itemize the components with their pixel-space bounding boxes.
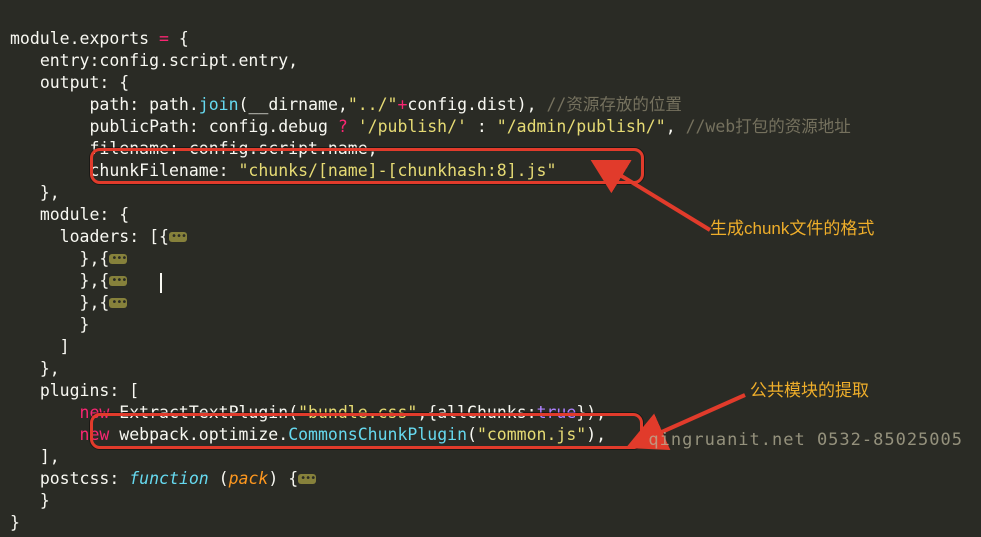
code-line: },{	[10, 271, 127, 290]
code-line: plugins: [	[10, 381, 139, 400]
code-line: },{	[10, 249, 127, 268]
code-line: new ExtractTextPlugin("bundle.css",{allC…	[10, 403, 606, 422]
fold-icon[interactable]	[109, 276, 127, 286]
watermark-text: qingruanit.net 0532-85025005	[648, 429, 963, 451]
code-line: },{	[10, 293, 127, 312]
code-line: ],	[10, 447, 60, 466]
fold-icon[interactable]	[169, 232, 187, 242]
code-line: loaders: [{	[10, 227, 187, 246]
code-line: output: {	[10, 73, 129, 92]
code-line: ]	[10, 337, 70, 356]
code-line: module: {	[10, 205, 129, 224]
code-line: },	[10, 359, 60, 378]
fold-icon[interactable]	[298, 474, 316, 484]
code-line: module.exports = {	[10, 29, 189, 48]
code-line: path: path.join(__dirname,"../"+config.d…	[10, 95, 682, 114]
annotation-label-2: 公共模块的提取	[750, 380, 869, 402]
annotation-label-1: 生成chunk文件的格式	[710, 218, 874, 240]
code-line: filename: config.script.name,	[10, 139, 378, 158]
code-line: }	[10, 315, 89, 334]
code-line: postcss: function (pack) {	[10, 469, 316, 488]
code-line: },	[10, 183, 60, 202]
code-editor[interactable]: module.exports = { entry:config.script.e…	[0, 0, 981, 534]
code-line: }	[10, 491, 50, 510]
fold-icon[interactable]	[109, 254, 127, 264]
text-cursor	[160, 273, 162, 293]
code-line: publicPath: config.debug ? '/publish/' :…	[10, 117, 851, 136]
code-line: new webpack.optimize.CommonsChunkPlugin(…	[10, 425, 606, 444]
code-line: entry:config.script.entry,	[10, 51, 298, 70]
code-line: chunkFilename: "chunks/[name]-[chunkhash…	[10, 161, 556, 180]
fold-icon[interactable]	[109, 298, 127, 308]
code-line: }	[10, 513, 20, 532]
